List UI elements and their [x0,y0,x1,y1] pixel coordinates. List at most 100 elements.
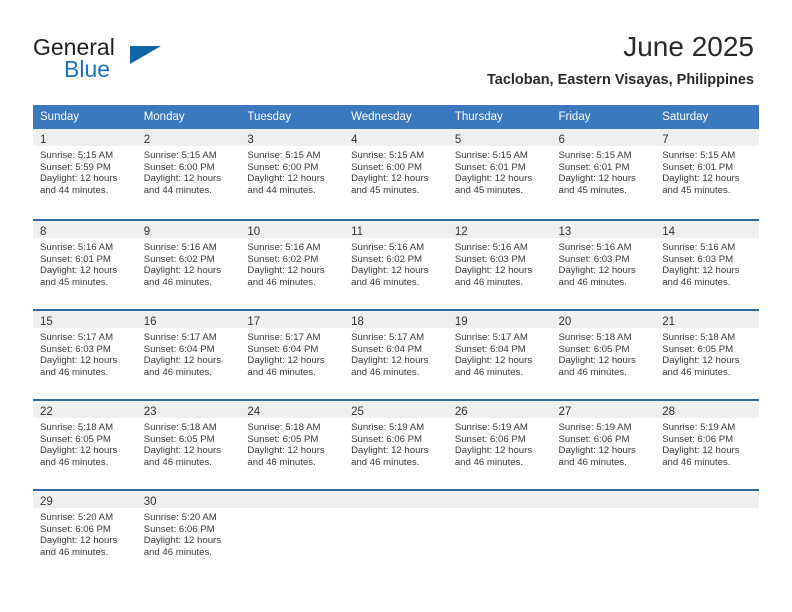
calendar-cell: 13 Sunrise: 5:16 AM Sunset: 6:03 PM Dayligh… [551,219,656,309]
sunset-time: Sunset: 6:01 PM [454,161,526,173]
day-cell[interactable]: 4 Sunrise: 5:15 AM Sunset: 6:00 PM Daylight… [344,129,448,219]
day-cell[interactable]: 25 Sunrise: 5:19 AM Sunset: 6:06 PM Dayligh… [344,399,448,489]
daylight-duration-line2: and 45 minutes. [454,184,524,196]
daylight-duration-line2: and 46 minutes. [143,276,212,288]
sunrise-time: Sunrise: 5:15 AM [40,150,114,161]
day-cell[interactable]: 14 Sunrise: 5:16 AM Sunset: 6:03 PM Dayligh… [655,219,759,309]
sunrise-time: Sunrise: 5:18 AM [40,422,114,433]
day-cell[interactable]: 20 Sunrise: 5:18 AM Sunset: 6:05 PM Dayligh… [551,309,656,399]
day-cell[interactable]: 17 Sunrise: 5:17 AM Sunset: 6:04 PM Dayligh… [240,309,345,399]
daylight-duration-line2: and 45 minutes. [351,184,420,196]
day-number: 1 [40,134,47,146]
sunset-time: Sunset: 6:06 PM [454,433,526,445]
day-number-band: 4 [344,129,448,146]
daylight-duration-line2: and 46 minutes. [40,366,109,378]
day-number: 20 [558,316,572,328]
sunset-time: Sunset: 6:00 PM [351,161,423,173]
daylight-duration-line1: Daylight: 12 hours [351,265,429,277]
logo-triangle-icon [130,46,161,64]
day-cell[interactable]: 6 Sunrise: 5:15 AM Sunset: 6:01 PM Daylight… [551,129,656,219]
calendar-cell: 8 Sunrise: 5:16 AM Sunset: 6:01 PM Daylight… [33,219,137,309]
calendar-cell [655,489,759,575]
day-cell[interactable]: 1 Sunrise: 5:15 AM Sunset: 5:59 PM Daylight… [33,129,137,219]
daylight-duration-line2: and 46 minutes. [558,366,627,378]
day-cell[interactable]: 28 Sunrise: 5:19 AM Sunset: 6:06 PM Dayligh… [655,399,759,489]
day-cell[interactable]: 27 Sunrise: 5:19 AM Sunset: 6:06 PM Dayligh… [551,399,656,489]
sunrise-time: Sunrise: 5:15 AM [143,150,217,161]
daylight-duration-line2: and 46 minutes. [143,456,212,468]
daylight-duration-line1: Daylight: 12 hours [558,445,636,457]
sunrise-time: Sunrise: 5:18 AM [247,422,321,433]
day-cell[interactable]: 9 Sunrise: 5:16 AM Sunset: 6:02 PM Daylight… [136,219,241,309]
day-number: 28 [662,406,676,418]
weekday-header-sunday: Sunday [33,105,137,129]
sunrise-time: Sunrise: 5:15 AM [558,150,632,161]
day-number-band: 21 [655,311,759,328]
sunset-time: Sunset: 6:05 PM [247,433,319,445]
day-number: 29 [40,496,53,508]
sunset-time: Sunset: 6:04 PM [247,343,319,355]
general-blue-logo[interactable]: General Blue [33,34,253,86]
day-number: 19 [454,316,468,328]
day-cell[interactable]: 23 Sunrise: 5:18 AM Sunset: 6:05 PM Dayligh… [136,399,241,489]
sunset-time: Sunset: 6:06 PM [40,523,111,535]
calendar-cell: 23 Sunrise: 5:18 AM Sunset: 6:05 PM Dayligh… [136,399,241,489]
sunset-time: Sunset: 5:59 PM [40,161,111,173]
daylight-duration-line1: Daylight: 12 hours [40,445,118,457]
day-cell[interactable]: 22 Sunrise: 5:18 AM Sunset: 6:05 PM Dayligh… [33,399,137,489]
calendar-cell: 9 Sunrise: 5:16 AM Sunset: 6:02 PM Daylight… [136,219,241,309]
daylight-duration-line2: and 46 minutes. [454,366,524,378]
day-details: Sunrise: 5:17 AM Sunset: 6:04 PM Daylight:… [448,328,552,378]
sunset-time: Sunset: 6:01 PM [40,253,111,265]
calendar-cell: 1 Sunrise: 5:15 AM Sunset: 5:59 PM Daylight… [33,129,137,219]
day-details: Sunrise: 5:16 AM Sunset: 6:01 PM Daylight:… [33,238,137,288]
day-cell[interactable]: 26 Sunrise: 5:19 AM Sunset: 6:06 PM Dayligh… [447,399,552,489]
sunrise-time: Sunrise: 5:15 AM [662,150,736,161]
day-details: Sunrise: 5:15 AM Sunset: 6:00 PM Daylight:… [344,146,448,196]
calendar-week-row: 15 Sunrise: 5:17 AM Sunset: 6:03 PM Dayligh… [33,309,759,399]
daylight-duration-line1: Daylight: 12 hours [662,355,740,367]
daylight-duration-line2: and 46 minutes. [247,366,316,378]
calendar-cell: 4 Sunrise: 5:15 AM Sunset: 6:00 PM Daylight… [344,129,448,219]
day-cell[interactable]: 30 Sunrise: 5:20 AM Sunset: 6:06 PM Dayligh… [136,489,241,575]
daylight-duration-line2: and 46 minutes. [662,456,731,468]
sunrise-time: Sunrise: 5:17 AM [351,332,425,343]
sunset-time: Sunset: 6:03 PM [662,253,734,265]
day-number-band: 29 [33,491,137,508]
day-number: 14 [662,226,676,238]
day-cell[interactable]: 11 Sunrise: 5:16 AM Sunset: 6:02 PM Dayligh… [344,219,448,309]
daylight-duration-line1: Daylight: 12 hours [40,173,118,185]
day-number: 21 [662,316,676,328]
day-cell[interactable]: 10 Sunrise: 5:16 AM Sunset: 6:02 PM Dayligh… [240,219,345,309]
day-cell[interactable]: 15 Sunrise: 5:17 AM Sunset: 6:03 PM Dayligh… [33,309,137,399]
daylight-duration-line2: and 45 minutes. [558,184,627,196]
day-details: Sunrise: 5:15 AM Sunset: 6:00 PM Daylight:… [137,146,241,196]
day-cell[interactable]: 12 Sunrise: 5:16 AM Sunset: 6:03 PM Dayligh… [447,219,552,309]
daylight-duration-line1: Daylight: 12 hours [558,355,636,367]
day-cell[interactable]: 18 Sunrise: 5:17 AM Sunset: 6:04 PM Dayligh… [344,309,448,399]
day-cell[interactable]: 5 Sunrise: 5:15 AM Sunset: 6:01 PM Daylight… [447,129,552,219]
day-number: 12 [454,226,468,238]
day-cell[interactable]: 29 Sunrise: 5:20 AM Sunset: 6:06 PM Dayligh… [33,489,137,575]
day-cell[interactable]: 7 Sunrise: 5:15 AM Sunset: 6:01 PM Daylight… [655,129,759,219]
day-number-band: 12 [447,221,552,238]
calendar-page: General Blue June 2025 Tacloban, Eastern… [0,0,792,612]
day-cell[interactable]: 3 Sunrise: 5:15 AM Sunset: 6:00 PM Daylight… [240,129,345,219]
day-cell-empty [240,489,345,575]
day-number: 22 [40,406,53,418]
daylight-duration-line2: and 46 minutes. [351,276,420,288]
day-cell[interactable]: 8 Sunrise: 5:16 AM Sunset: 6:01 PM Daylight… [33,219,137,309]
day-cell[interactable]: 13 Sunrise: 5:16 AM Sunset: 6:03 PM Dayligh… [551,219,656,309]
day-cell[interactable]: 21 Sunrise: 5:18 AM Sunset: 6:05 PM Dayligh… [655,309,759,399]
daylight-duration-line2: and 46 minutes. [40,456,109,468]
daylight-duration-line2: and 46 minutes. [454,456,524,468]
day-cell[interactable]: 2 Sunrise: 5:15 AM Sunset: 6:00 PM Daylight… [136,129,241,219]
day-cell[interactable]: 16 Sunrise: 5:17 AM Sunset: 6:04 PM Dayligh… [136,309,241,399]
day-number: 17 [247,316,261,328]
day-cell[interactable]: 24 Sunrise: 5:18 AM Sunset: 6:05 PM Dayligh… [240,399,345,489]
day-number-band: 11 [344,221,448,238]
day-cell[interactable]: 19 Sunrise: 5:17 AM Sunset: 6:04 PM Dayligh… [447,309,552,399]
day-number-band: 25 [344,401,448,418]
calendar-cell: 26 Sunrise: 5:19 AM Sunset: 6:06 PM Dayligh… [447,399,552,489]
sunrise-time: Sunrise: 5:17 AM [143,332,217,343]
